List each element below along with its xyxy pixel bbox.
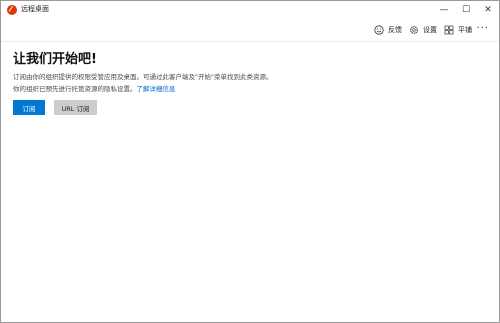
maximize-button[interactable]: ☐ [455, 1, 477, 19]
settings-label: 设置 [423, 26, 437, 34]
app-window: 远程桌面 — ☐ ✕ 反馈 设置 平铺 ··· 让我们开始吧! 订阅由你的组织提… [0, 0, 500, 323]
minimize-button[interactable]: — [433, 1, 455, 19]
page-title: 让我们开始吧! [13, 52, 97, 67]
close-button[interactable]: ✕ [477, 1, 499, 19]
more-options-button[interactable]: ··· [476, 23, 489, 34]
toolbar: 反馈 设置 平铺 ··· [1, 19, 499, 42]
settings-button[interactable]: 设置 [409, 24, 437, 36]
gear-icon [410, 26, 418, 34]
feedback-label: 反馈 [388, 26, 402, 34]
title-bar[interactable]: 远程桌面 — ☐ ✕ [1, 1, 499, 19]
description-line-2: 你的组织已预先进行托管资源的隐私设置。了解详细信息 [13, 83, 176, 93]
tile-grid-icon [444, 25, 454, 35]
tile-label: 平铺 [458, 26, 472, 34]
smiley-icon [374, 25, 384, 35]
privacy-text: 你的组织已预先进行托管资源的隐私设置。 [13, 85, 137, 93]
remote-desktop-app-icon [7, 5, 17, 15]
url-subscribe-button[interactable]: URL 订阅 [54, 100, 97, 115]
learn-more-link[interactable]: 了解详细信息 [137, 85, 176, 93]
window-title: 远程桌面 [21, 5, 49, 13]
tile-view-button[interactable]: 平铺 [444, 24, 472, 36]
description-line-1: 订阅由你的组织提供的权限受管应用及桌面。可通过此客户端及"开始"菜单找到此类资源… [13, 73, 273, 81]
subscribe-button[interactable]: 订阅 [13, 100, 45, 115]
feedback-button[interactable]: 反馈 [374, 24, 402, 36]
